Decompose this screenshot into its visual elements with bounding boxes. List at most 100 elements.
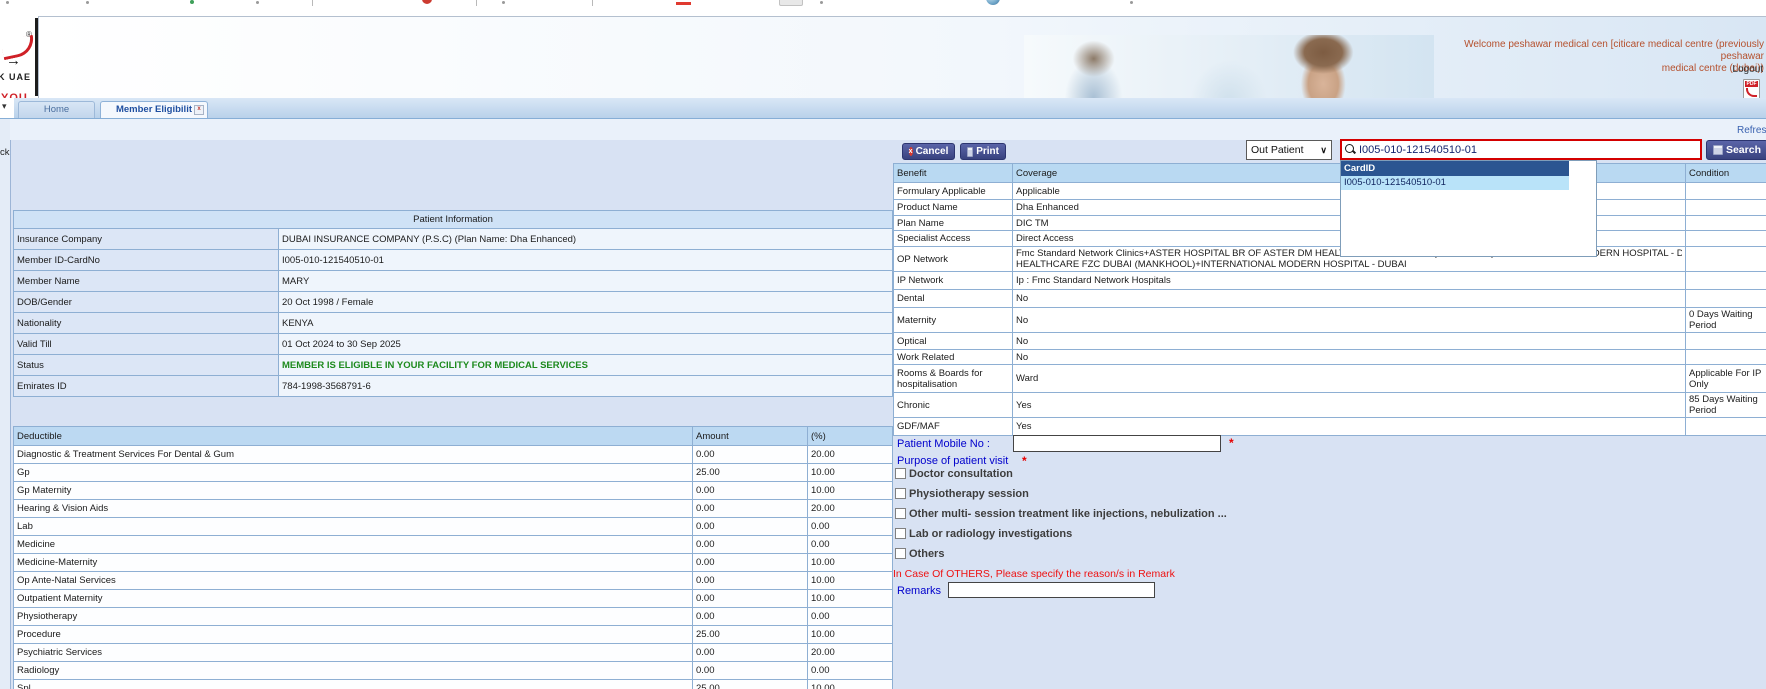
deductible-name: Gp Maternity: [14, 482, 693, 500]
deductible-amount: 0.00: [693, 644, 808, 662]
logo-arrow-icon: →: [6, 52, 21, 69]
browser-chrome-fragment: [6, 1, 9, 4]
patient-info-value: MARY: [279, 271, 893, 292]
close-tab-icon[interactable]: x: [194, 105, 204, 115]
dropdown-header-cardid: CardID: [1341, 161, 1569, 176]
benefit-condition: [1686, 247, 1766, 272]
pdf-export-icon[interactable]: PDF: [1743, 79, 1760, 100]
patient-info-row: Emirates ID784-1998-3568791-6: [14, 376, 893, 397]
deductible-row: Radiology0.000.00: [14, 662, 893, 680]
pdf-icon-curl: [1746, 88, 1757, 97]
deductible-name: Physiotherapy: [14, 608, 693, 626]
search-button[interactable]: Search: [1706, 140, 1766, 160]
remarks-input[interactable]: [948, 582, 1155, 598]
patient-info-row: Member ID-CardNoI005-010-121540510-01: [14, 250, 893, 271]
browser-chrome-fragment: [986, 0, 1000, 5]
deductible-name: Op Ante-Natal Services: [14, 572, 693, 590]
benefit-coverage: No: [1013, 333, 1686, 350]
column-header-amount: Amount: [693, 427, 808, 446]
cancel-button[interactable]: x Cancel: [902, 143, 955, 160]
deductible-amount: 0.00: [693, 482, 808, 500]
visit-purpose-checkbox[interactable]: Lab or radiology investigations: [895, 527, 1227, 540]
deductible-name: Gp: [14, 464, 693, 482]
browser-chrome-fragment: [676, 2, 691, 5]
refresh-link[interactable]: Refresh: [1737, 125, 1766, 136]
checkbox-icon[interactable]: [895, 508, 906, 519]
browser-chrome-fragment: [779, 0, 803, 6]
checkbox-icon[interactable]: [895, 488, 906, 499]
checkbox-icon[interactable]: [895, 468, 906, 479]
deductible-percent: 20.00: [808, 644, 893, 662]
patient-info-value: 01 Oct 2024 to 30 Sep 2025: [279, 334, 893, 355]
benefit-condition: [1686, 272, 1766, 290]
browser-chrome-fragment: [502, 1, 505, 4]
patient-info-label: Nationality: [14, 313, 279, 334]
welcome-text: Welcome peshawar medical cen [citicare m…: [1424, 39, 1764, 75]
benefit-name: Work Related: [894, 350, 1013, 365]
deductible-amount: 25.00: [693, 680, 808, 689]
others-remark-note: In Case Of OTHERS, Please specify the re…: [893, 568, 1175, 580]
deductible-name: Hearing & Vision Aids: [14, 500, 693, 518]
patient-type-select[interactable]: Out Patient ∨: [1246, 140, 1332, 160]
browser-chrome-fragment: [820, 1, 823, 4]
card-search-field[interactable]: [1340, 139, 1702, 160]
deductible-percent: 10.00: [808, 572, 893, 590]
deductible-percent: 10.00: [808, 554, 893, 572]
patient-type-value: Out Patient: [1251, 144, 1304, 156]
deductible-row: Medicine-Maternity0.0010.00: [14, 554, 893, 572]
chevron-down-icon[interactable]: ▾: [2, 101, 7, 112]
print-button-label: Print: [976, 146, 999, 157]
deductible-percent: 10.00: [808, 464, 893, 482]
deductible-percent: 10.00: [808, 680, 893, 689]
deductible-name: Medicine: [14, 536, 693, 554]
patient-info-row: DOB/Gender20 Oct 1998 / Female: [14, 292, 893, 313]
dropdown-cardid-item[interactable]: I005-010-121540510-01: [1341, 176, 1569, 190]
benefit-condition: [1686, 200, 1766, 216]
benefit-name: Formulary Applicable: [894, 183, 1013, 200]
deductible-row: Lab0.000.00: [14, 518, 893, 536]
deductible-row: Outpatient Maternity0.0010.00: [14, 590, 893, 608]
visit-purpose-checkbox[interactable]: Doctor consultation: [895, 467, 1227, 480]
left-gutter: ck: [0, 119, 10, 689]
remarks-label: Remarks: [897, 585, 941, 597]
visit-purpose-checkbox[interactable]: Other multi- session treatment like inje…: [895, 507, 1227, 520]
tab-home[interactable]: Home: [18, 101, 95, 118]
patient-info-value: I005-010-121540510-01: [279, 250, 893, 271]
visit-purpose-checkbox[interactable]: Others: [895, 547, 1227, 560]
benefit-name: Specialist Access: [894, 231, 1013, 247]
search-input[interactable]: [1359, 144, 1697, 156]
visit-purpose-checkbox[interactable]: Physiotherapy session: [895, 487, 1227, 500]
patient-info-label: Emirates ID: [14, 376, 279, 397]
browser-chrome-fragment: [422, 0, 432, 4]
patient-info-row: Insurance CompanyDUBAI INSURANCE COMPANY…: [14, 229, 893, 250]
search-icon: [1345, 144, 1356, 155]
deductible-row: Op Ante-Natal Services0.0010.00: [14, 572, 893, 590]
deductible-name: Outpatient Maternity: [14, 590, 693, 608]
deductible-row: Spl25.0010.00: [14, 680, 893, 689]
patient-info-row: Member NameMARY: [14, 271, 893, 292]
deductible-name: Diagnostic & Treatment Services For Dent…: [14, 446, 693, 464]
printer-icon: [967, 147, 973, 157]
benefit-row: GDF/MAFYes: [894, 418, 1766, 436]
patient-info-row: NationalityKENYA: [14, 313, 893, 334]
benefit-name: Dental: [894, 290, 1013, 308]
checkbox-icon[interactable]: [895, 528, 906, 539]
benefit-name: Rooms & Boards for hospitalisation: [894, 365, 1013, 393]
patient-mobile-input[interactable]: [1013, 435, 1221, 452]
benefit-condition: [1686, 216, 1766, 231]
deductible-amount: 0.00: [693, 608, 808, 626]
deductible-amount: 0.00: [693, 500, 808, 518]
checkbox-label: Doctor consultation: [909, 468, 1013, 480]
patient-info-value: KENYA: [279, 313, 893, 334]
deductible-row: Physiotherapy0.000.00: [14, 608, 893, 626]
print-button[interactable]: Print: [960, 143, 1006, 160]
benefit-coverage: Ward: [1013, 365, 1686, 393]
deductible-percent: 0.00: [808, 662, 893, 680]
benefit-row: Rooms & Boards for hospitalisationWardAp…: [894, 365, 1766, 393]
column-header-benefit: Benefit: [894, 164, 1013, 183]
tab-member-eligibility[interactable]: Member Eligibilit x: [100, 101, 208, 118]
checkbox-icon[interactable]: [895, 548, 906, 559]
benefit-row: Specialist AccessDirect Access: [894, 231, 1766, 247]
deductible-name: Spl: [14, 680, 693, 689]
logout-link[interactable]: Logout: [1732, 64, 1763, 75]
